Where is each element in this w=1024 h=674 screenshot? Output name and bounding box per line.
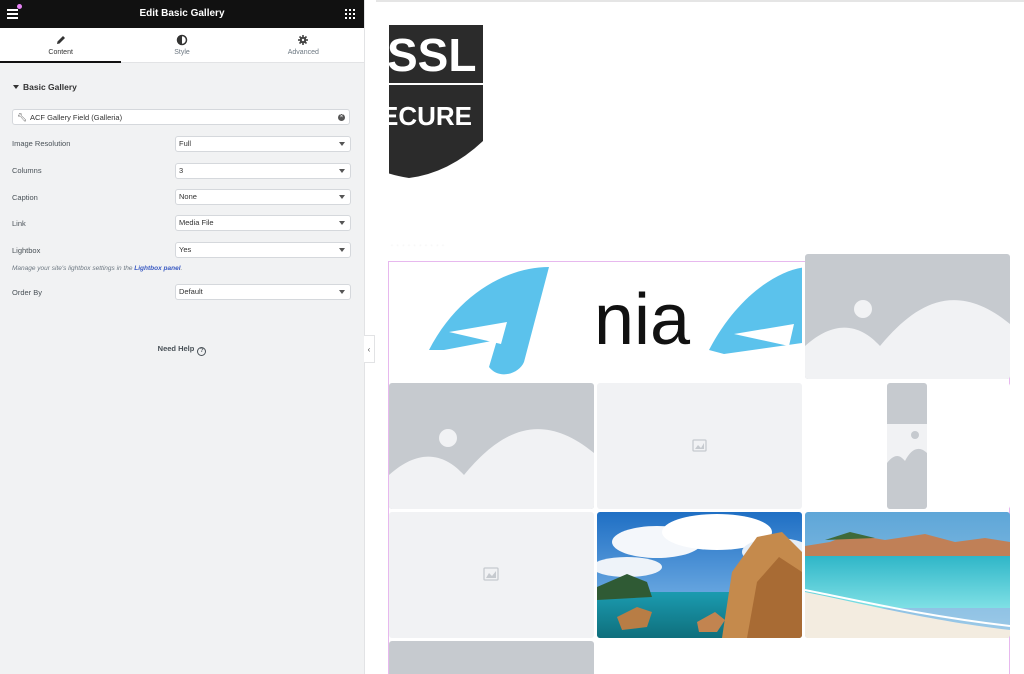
need-help-label: Need Help [157,344,195,353]
caret-down-icon [339,142,345,146]
gallery-item-coast-rocks-photo[interactable] [597,512,802,638]
image-resolution-select[interactable]: Full [175,136,351,152]
lightbox-label: Lightbox [12,246,41,255]
ssl-secured-badge-image: SSL ECURE [389,13,483,178]
order-by-label: Order By [12,288,43,297]
ssl-logo-text: SSL [389,29,476,81]
coast-rocks-photo [597,512,802,638]
dynamic-tag-label: ACF Gallery Field (Galleria) [30,113,123,122]
panel-header: Edit Basic Gallery [0,0,364,28]
half-circle-icon [176,34,188,46]
select-value: Yes [179,245,192,254]
note-text: Manage your site's lightbox settings in … [12,265,135,272]
caret-down-icon [13,85,19,89]
gallery-item-missing[interactable] [389,512,594,638]
close-icon[interactable]: × [338,114,345,121]
gallery-item-placeholder[interactable] [389,641,594,674]
widgets-grid-icon[interactable] [345,9,355,19]
image-placeholder-icon [389,429,594,509]
logo-text: nia [594,280,691,360]
caret-down-icon [339,195,345,199]
tab-content[interactable]: Content [0,28,122,63]
editor-panel: Edit Basic Gallery Content Style Advance… [0,0,365,674]
section-toggle-basic-gallery[interactable]: Basic Gallery [13,82,77,92]
select-value: Media File [179,218,214,227]
lightbox-panel-link[interactable]: Lightbox panel [134,265,180,272]
panel-title: Edit Basic Gallery [139,8,225,19]
tab-label: Style [174,49,190,56]
gallery-item-missing[interactable] [597,383,802,509]
select-value: Full [179,139,192,148]
gallery-item-placeholder[interactable] [805,254,1010,379]
need-help-link[interactable]: Need Help? [0,344,364,356]
lightbox-select[interactable]: Yes [175,242,351,258]
broken-image-icon [692,439,707,452]
note-suffix: . [180,265,183,272]
tab-label: Advanced [287,49,319,56]
gear-icon [298,35,309,45]
columns-select[interactable]: 3 [175,163,351,179]
columns-label: Columns [12,166,42,175]
dynamic-tag-field[interactable]: 🔧︎ ACF Gallery Field (Galleria) × [12,109,350,125]
gallery-item-beach-photo[interactable] [805,512,1010,638]
secured-logo-text: ECURE [389,101,472,131]
gallery-item-placeholder[interactable] [389,383,594,509]
select-value: None [179,192,197,201]
gallery-item-portrait-placeholder[interactable] [805,383,1010,509]
tab-advanced[interactable]: Advanced [243,28,364,62]
question-icon: ? [197,347,207,356]
image-placeholder-icon [805,300,1010,379]
preview-top-border [376,0,1024,2]
caption-label: Caption [12,193,38,202]
link-label: Link [12,219,26,228]
caret-down-icon [339,169,345,173]
broken-image-icon [483,567,499,581]
pencil-icon [56,36,65,44]
lightbox-note: Manage your site's lightbox settings in … [12,265,182,272]
image-resolution-label: Image Resolution [12,139,71,148]
caret-down-icon [339,290,345,294]
tab-style[interactable]: Style [121,28,242,62]
caption-select[interactable]: None [175,189,351,205]
wrench-icon: 🔧︎ [17,113,28,122]
panel-tabs: Content Style Advanced [0,28,364,63]
caret-down-icon [339,221,345,225]
blurred-caption: · · · · · · · · · · [391,243,445,249]
caret-down-icon [339,248,345,252]
select-value: Default [179,287,203,296]
beach-photo [805,512,1010,638]
collapse-panel-button[interactable]: ‹ [364,335,375,363]
section-title: Basic Gallery [23,82,77,92]
link-select[interactable]: Media File [175,215,351,231]
logo-image: nia [429,267,802,375]
gallery-item-logo[interactable]: nia [389,262,802,379]
image-placeholder-icon [887,383,927,509]
select-value: 3 [179,166,184,175]
order-by-select[interactable]: Default [175,284,351,300]
tab-label: Content [48,49,73,56]
